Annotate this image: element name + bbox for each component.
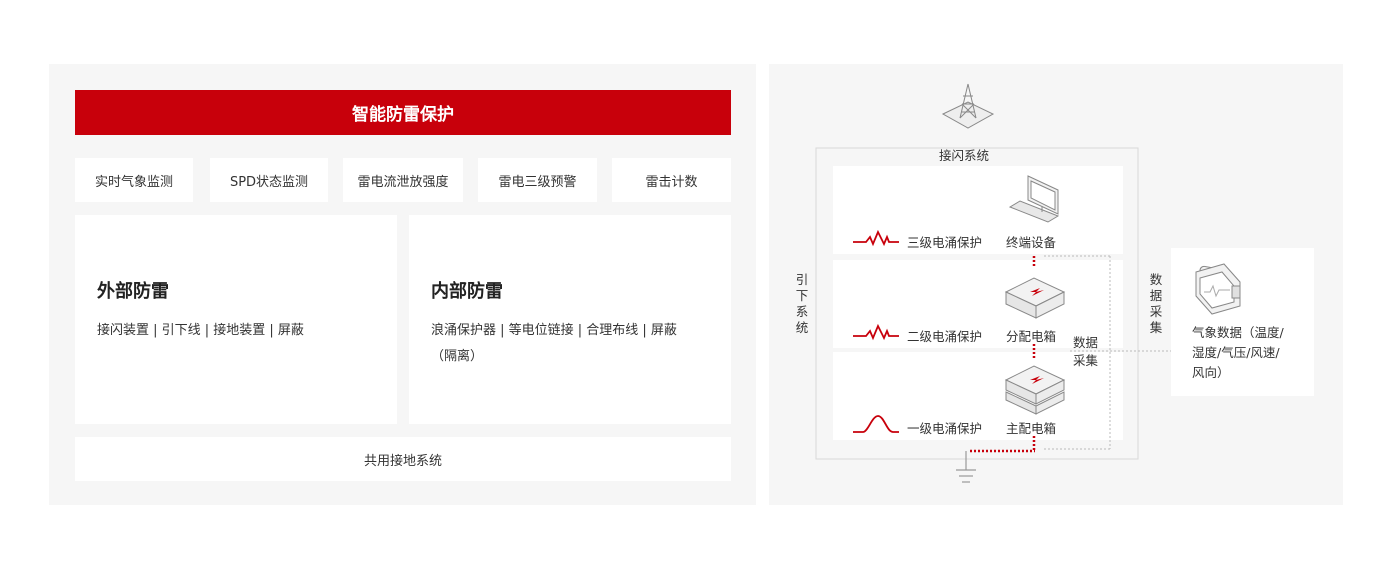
data-collection-inner-label-1: 数据 bbox=[1073, 335, 1099, 350]
weather-data-line-1: 气象数据（温度/ bbox=[1192, 325, 1284, 340]
lightning-receptor-label: 接闪系统 bbox=[939, 148, 990, 163]
level-one-device-label: 主配电箱 bbox=[1006, 421, 1057, 436]
level-two-device-label: 分配电箱 bbox=[1006, 329, 1057, 344]
weather-data-line-3: 风向） bbox=[1192, 365, 1230, 380]
level-three-protect-label: 三级电涌保护 bbox=[907, 235, 983, 250]
lightning-tower-icon bbox=[941, 83, 995, 129]
ground-icon bbox=[956, 451, 976, 483]
weather-data-line-2: 湿度/气压/风速/ bbox=[1192, 345, 1280, 360]
data-collection-inner-label-2: 采集 bbox=[1073, 353, 1099, 368]
level-one-protect-label: 一级电涌保护 bbox=[907, 421, 983, 436]
down-conductor-label: 引下系统 bbox=[795, 272, 809, 335]
level-two-protect-label: 二级电涌保护 bbox=[907, 329, 983, 344]
data-collection-outer-label: 数据采集 bbox=[1149, 272, 1163, 335]
level-three-device-label: 终端设备 bbox=[1006, 235, 1057, 250]
diagram-lines bbox=[815, 83, 1314, 483]
